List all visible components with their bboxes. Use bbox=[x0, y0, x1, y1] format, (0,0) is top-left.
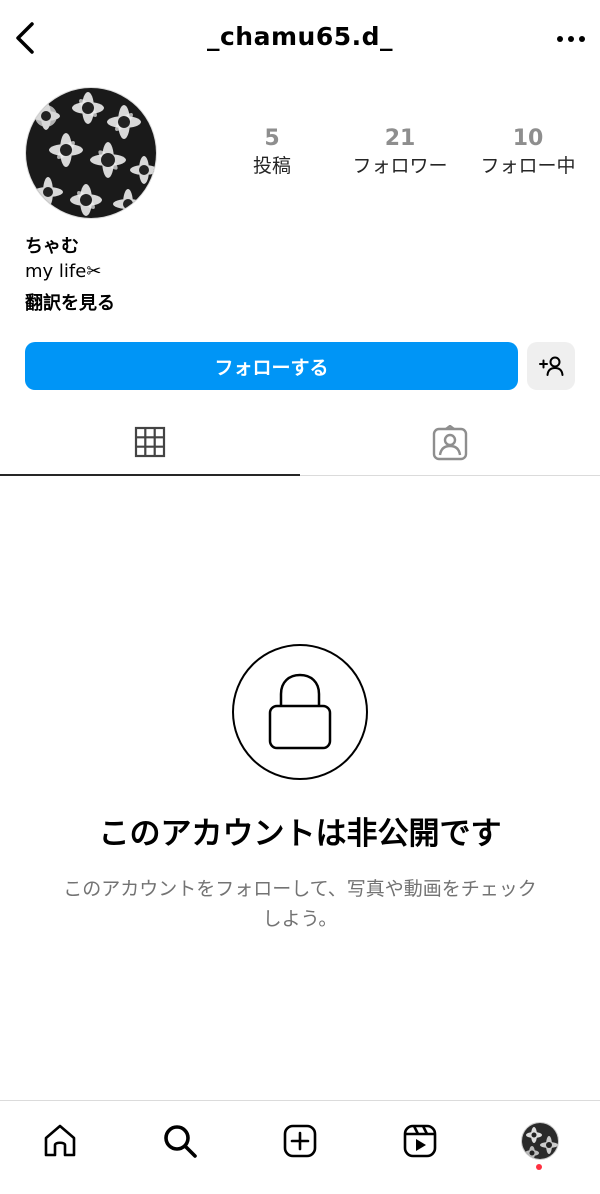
private-lock-badge bbox=[232, 644, 368, 780]
lock-icon bbox=[268, 673, 332, 750]
private-account-subtitle: このアカウントをフォローして、写真や動画をチェックしよう。 bbox=[63, 878, 537, 930]
translate-bio-link[interactable]: 翻訳を見る bbox=[25, 289, 115, 315]
profile-avatar[interactable] bbox=[25, 87, 157, 219]
stat-following[interactable]: 10 フォロー中 bbox=[464, 126, 592, 186]
add-person-icon bbox=[539, 356, 564, 376]
flower-photo bbox=[26, 88, 156, 218]
more-horizontal-icon bbox=[557, 36, 585, 42]
stat-posts-count: 5 bbox=[264, 126, 280, 151]
tab-posts-grid[interactable] bbox=[0, 410, 300, 476]
create-icon bbox=[283, 1124, 317, 1158]
stat-posts-label: 投稿 bbox=[252, 155, 291, 177]
follow-button[interactable]: フォローする bbox=[25, 342, 518, 390]
stat-posts: 5 投稿 bbox=[208, 126, 336, 186]
stat-followers-count: 21 bbox=[384, 126, 416, 151]
home-icon bbox=[44, 1124, 76, 1157]
bottom-nav bbox=[0, 1100, 600, 1194]
profile-stats: 5 投稿 21 フォロワー 10 フォロー中 bbox=[208, 126, 592, 186]
private-account-title: このアカウントは非公開です bbox=[98, 816, 502, 852]
reels-icon bbox=[403, 1124, 437, 1158]
profile-tabs bbox=[0, 410, 600, 476]
stat-followers-label: フォロワー bbox=[352, 155, 448, 177]
nav-search[interactable] bbox=[158, 1119, 202, 1163]
stat-following-count: 10 bbox=[512, 126, 544, 151]
grid-icon bbox=[134, 426, 166, 458]
profile-avatar-small bbox=[521, 1122, 559, 1160]
profile-bio: my life✂︎ bbox=[25, 261, 102, 282]
profile-username: _chamu65.d_ bbox=[206, 22, 394, 51]
profile-display-name: ちゃむ bbox=[25, 236, 79, 257]
profile-page: _chamu65.d_ 5 投稿 21 フォロワー 10 フォロー中 ちゃむ m… bbox=[0, 0, 600, 1194]
search-icon bbox=[164, 1125, 197, 1158]
tab-tagged[interactable] bbox=[300, 410, 600, 476]
stat-following-label: フォロー中 bbox=[480, 155, 576, 177]
flower-photo-small bbox=[522, 1123, 558, 1159]
nav-home[interactable] bbox=[38, 1119, 82, 1163]
nav-profile[interactable] bbox=[518, 1119, 562, 1163]
nav-create[interactable] bbox=[278, 1119, 322, 1163]
top-bar: _chamu65.d_ bbox=[0, 0, 600, 78]
notification-dot bbox=[536, 1164, 542, 1170]
suggested-accounts-button[interactable] bbox=[527, 342, 575, 390]
tagged-person-icon bbox=[432, 425, 468, 461]
stat-followers[interactable]: 21 フォロワー bbox=[336, 126, 464, 186]
nav-reels[interactable] bbox=[398, 1119, 442, 1163]
more-options-button[interactable] bbox=[554, 22, 588, 56]
